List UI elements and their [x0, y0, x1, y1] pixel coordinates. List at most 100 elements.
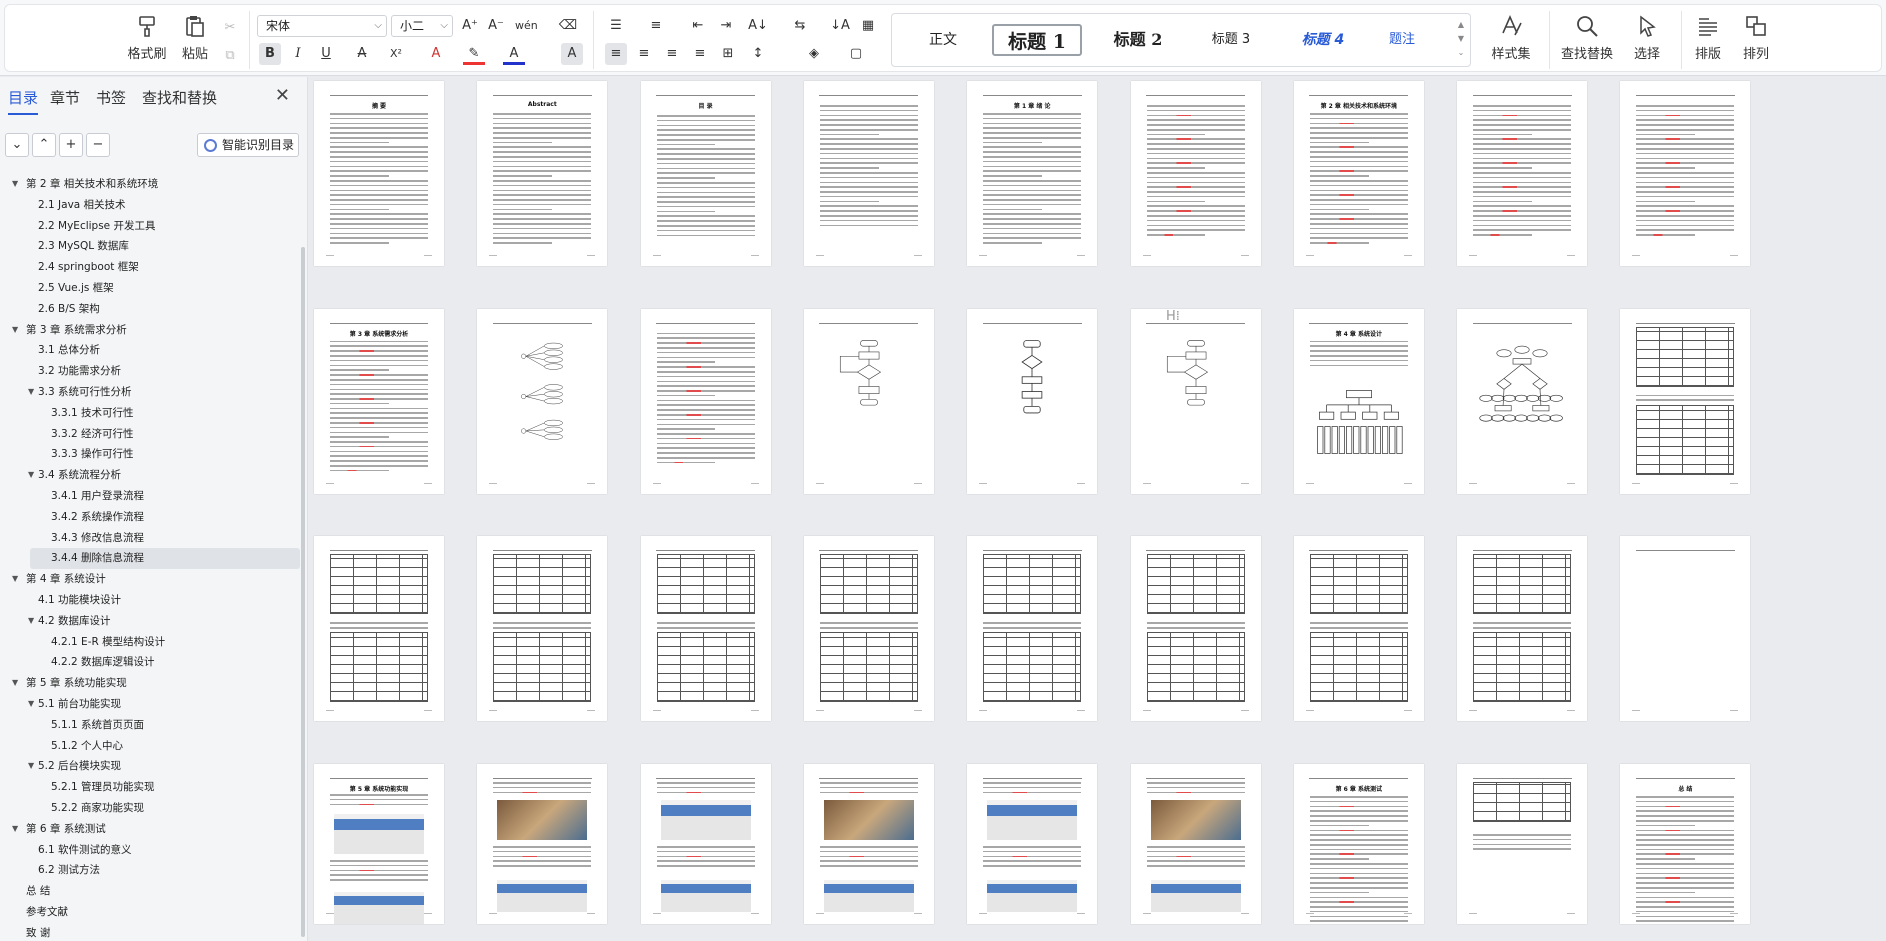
arrange-button[interactable]: 排列 — [1733, 13, 1779, 69]
style-set-button[interactable]: 样式集 — [1481, 13, 1541, 69]
page-thumbnail[interactable]: 第 3 章 系统需求分析 — [314, 308, 444, 494]
toc-item[interactable]: 3.4.1 用户登录流程 — [0, 486, 300, 507]
page-thumbnail[interactable]: 摘 要 — [314, 81, 444, 266]
page-thumbnail[interactable] — [967, 536, 1098, 722]
font-color-icon[interactable]: A — [503, 43, 525, 65]
copy-icon[interactable]: ⧉ — [219, 45, 241, 67]
collapse-all-icon[interactable]: ⌄ — [5, 133, 29, 157]
layout-button[interactable]: 排版 — [1685, 13, 1731, 69]
tab-find-replace[interactable]: 查找和替换 — [142, 87, 217, 108]
toc-item[interactable]: 3.2 功能需求分析 — [0, 361, 300, 382]
page-thumbnail[interactable] — [477, 308, 608, 494]
page-thumbnail[interactable] — [967, 764, 1098, 925]
caret-down-icon[interactable]: ▼ — [12, 819, 18, 840]
clear-format-icon[interactable]: ⌫ — [557, 15, 579, 37]
format-painter-button[interactable]: 格式刷 — [123, 13, 171, 69]
page-thumbnail[interactable] — [1620, 308, 1751, 494]
style-heading-2[interactable]: 标题 2 — [1098, 24, 1178, 56]
page-thumbnail[interactable] — [1620, 81, 1751, 266]
bullet-list-icon[interactable]: ☰ — [605, 15, 627, 37]
page-thumbnail[interactable] — [1457, 308, 1588, 494]
page-thumbnail[interactable] — [477, 764, 608, 925]
page-thumbnail[interactable] — [1130, 81, 1261, 266]
close-icon[interactable]: ✕ — [275, 85, 290, 106]
select-button[interactable]: 选择 — [1623, 13, 1671, 69]
toc-item[interactable]: 3.3.1 技术可行性 — [0, 403, 300, 424]
toc-item[interactable]: 3.3.2 经济可行性 — [0, 424, 300, 445]
toc-item[interactable]: ▼ 4.2 数据库设计 — [0, 611, 300, 632]
page-thumbnail[interactable]: 第 4 章 系统设计 — [1293, 308, 1424, 494]
toc-item[interactable]: 致 谢 — [0, 923, 300, 941]
page-thumbnail[interactable] — [1293, 536, 1424, 722]
toc-item[interactable]: 3.3.3 操作可行性 — [0, 444, 300, 465]
remove-heading-icon[interactable]: − — [86, 133, 110, 157]
toc-item[interactable]: 3.1 总体分析 — [0, 340, 300, 361]
page-thumbnail[interactable] — [803, 81, 934, 266]
grow-font-icon[interactable]: A⁺ — [459, 15, 481, 37]
toc-item[interactable]: 4.1 功能模块设计 — [0, 590, 300, 611]
numbered-list-icon[interactable]: ≡ — [645, 15, 667, 37]
justify-button[interactable]: ≡ — [689, 43, 711, 65]
text-effect-icon[interactable]: A — [425, 43, 447, 65]
page-thumbnail[interactable] — [1130, 308, 1261, 494]
toc-item[interactable]: 参考文献 — [0, 902, 300, 923]
line-spacing-icon[interactable]: ↕ — [747, 43, 769, 65]
page-thumbnail[interactable] — [640, 764, 771, 925]
char-shading-icon[interactable]: A — [561, 43, 583, 65]
page-thumbnail[interactable] — [803, 536, 934, 722]
caret-down-icon[interactable]: ▼ — [28, 382, 34, 403]
toc-item[interactable]: 3.4.3 修改信息流程 — [0, 528, 300, 549]
toc-item[interactable]: 6.1 软件测试的意义 — [0, 840, 300, 861]
font-name-select[interactable]: 宋体 ⌵ — [257, 15, 387, 37]
style-gallery-scroll[interactable]: ▲ ▼ ⌄ — [1456, 18, 1466, 60]
increase-indent-icon[interactable]: ⇥ — [715, 15, 737, 37]
page-thumbnail[interactable]: Abstract — [477, 81, 608, 266]
toc-item[interactable]: 2.5 Vue.js 框架 — [0, 278, 300, 299]
toc-item[interactable]: ▼ 第 4 章 系统设计 — [0, 569, 300, 590]
page-thumbnail[interactable]: 总 结 — [1620, 764, 1751, 925]
page-thumbnail[interactable] — [1130, 764, 1261, 925]
highlight-color-icon[interactable]: ✎ — [463, 43, 485, 65]
strikethrough-button[interactable]: A — [351, 43, 373, 65]
underline-button[interactable]: U — [315, 43, 337, 65]
shrink-font-icon[interactable]: A⁻ — [485, 15, 507, 37]
toc-item[interactable]: 3.4.4 删除信息流程 — [30, 548, 300, 570]
toc-item[interactable]: 6.2 测试方法 — [0, 860, 300, 881]
table-grid-icon[interactable]: ▦ — [857, 15, 879, 37]
sort-icon[interactable]: ↓A — [829, 15, 851, 37]
expand-up-icon[interactable]: ⌃ — [32, 133, 56, 157]
font-size-select[interactable]: 小二 ⌵ — [391, 15, 453, 37]
style-heading-4[interactable]: 标题 4 — [1288, 24, 1358, 56]
phonetic-guide-icon[interactable]: wén — [515, 15, 538, 37]
style-heading-3[interactable]: 标题 3 — [1196, 24, 1266, 56]
page-thumbnail[interactable] — [803, 308, 934, 494]
tab-sections[interactable]: 章节 — [50, 87, 80, 108]
toc-item[interactable]: 3.4.2 系统操作流程 — [0, 507, 300, 528]
find-replace-button[interactable]: 查找替换 — [1555, 13, 1619, 69]
caret-down-icon[interactable]: ▼ — [12, 320, 18, 341]
page-thumbnail[interactable] — [640, 308, 771, 494]
caret-down-icon[interactable]: ▼ — [12, 569, 18, 590]
toc-scrollbar[interactable] — [301, 247, 305, 937]
toc-item[interactable]: 5.1.1 系统首页页面 — [0, 715, 300, 736]
caret-down-icon[interactable]: ▼ — [12, 673, 18, 694]
caret-down-icon[interactable]: ▼ — [12, 174, 18, 195]
toc-item[interactable]: ▼ 5.1 前台功能实现 — [0, 694, 300, 715]
superscript-button[interactable]: X² — [385, 43, 407, 65]
page-thumbnail[interactable] — [1620, 536, 1751, 722]
page-thumbnail[interactable]: 第 5 章 系统功能实现 — [314, 764, 444, 925]
border-icon[interactable]: ▢ — [845, 43, 867, 65]
toc-item[interactable]: 2.2 MyEclipse 开发工具 — [0, 216, 300, 237]
toc-item[interactable]: ▼ 第 6 章 系统测试 — [0, 819, 300, 840]
align-right-button[interactable]: ≡ — [661, 43, 683, 65]
toc-item[interactable]: 5.2.1 管理员功能实现 — [0, 777, 300, 798]
toc-item[interactable]: ▼ 3.3 系统可行性分析 — [0, 382, 300, 403]
toc-item[interactable]: 4.2.1 E-R 模型结构设计 — [0, 632, 300, 653]
style-heading-1[interactable]: 标题 1 — [992, 24, 1082, 56]
decrease-indent-icon[interactable]: ⇤ — [687, 15, 709, 37]
tab-toc[interactable]: 目录 — [8, 87, 39, 115]
text-direction-icon[interactable]: A↓ — [747, 15, 769, 37]
toc-item[interactable]: 5.1.2 个人中心 — [0, 736, 300, 757]
italic-button[interactable]: I — [287, 43, 309, 65]
page-thumbnail[interactable]: 第 6 章 系统测试 — [1293, 764, 1424, 925]
